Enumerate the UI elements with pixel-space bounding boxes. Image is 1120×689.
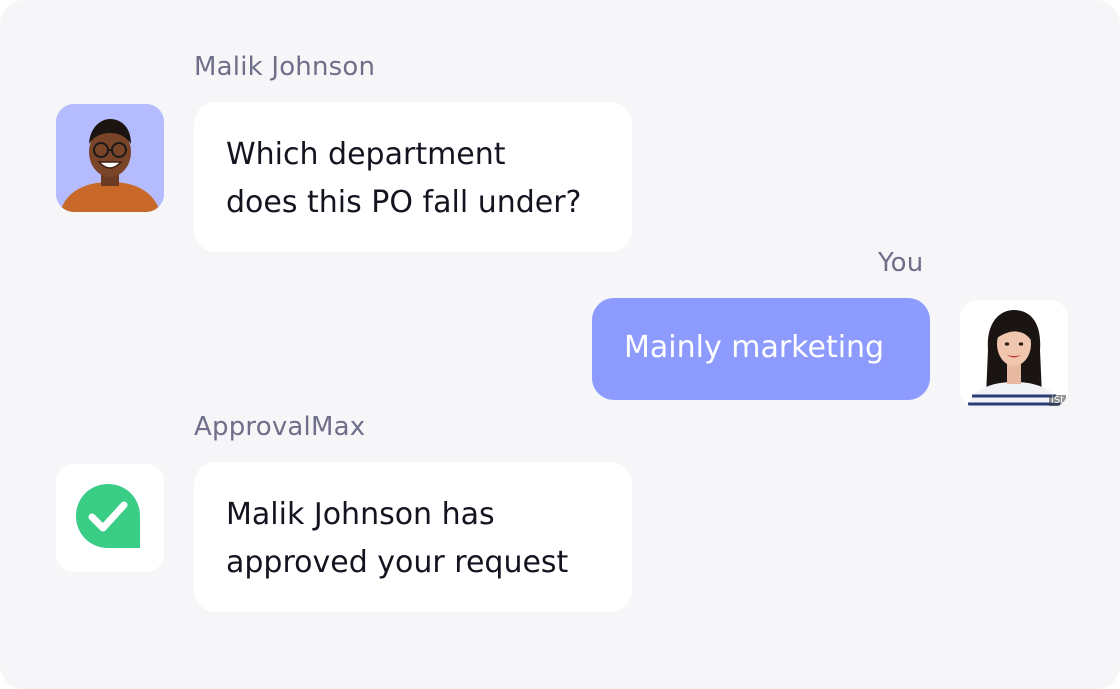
approvalmax-avatar[interactable] <box>56 464 164 572</box>
sender-name-malik: Malik Johnson <box>194 52 376 82</box>
message-text-line: approved your request <box>226 545 569 580</box>
message-bubble-malik[interactable]: Which department does this PO fall under… <box>194 102 632 252</box>
checkmark-icon <box>56 464 164 572</box>
message-bubble-you[interactable]: Mainly marketing <box>592 298 930 400</box>
sender-name-you: You <box>878 248 924 278</box>
message-text-line: Mainly marketing <box>624 330 885 365</box>
malik-avatar[interactable] <box>56 104 164 212</box>
chat-panel: Malik Johnson Which department does this… <box>0 0 1120 689</box>
you-avatar[interactable]: iSt <box>960 300 1068 408</box>
sender-name-approvalmax: ApprovalMax <box>194 412 366 442</box>
message-text-line: Which department <box>226 137 506 172</box>
man-portrait-icon <box>56 104 164 212</box>
woman-portrait-icon <box>960 300 1068 408</box>
message-text-line: Malik Johnson has <box>226 497 495 532</box>
stock-watermark: iSt <box>1048 395 1066 406</box>
message-bubble-approvalmax[interactable]: Malik Johnson has approved your request <box>194 462 632 612</box>
message-text-line: does this PO fall under? <box>226 185 582 220</box>
